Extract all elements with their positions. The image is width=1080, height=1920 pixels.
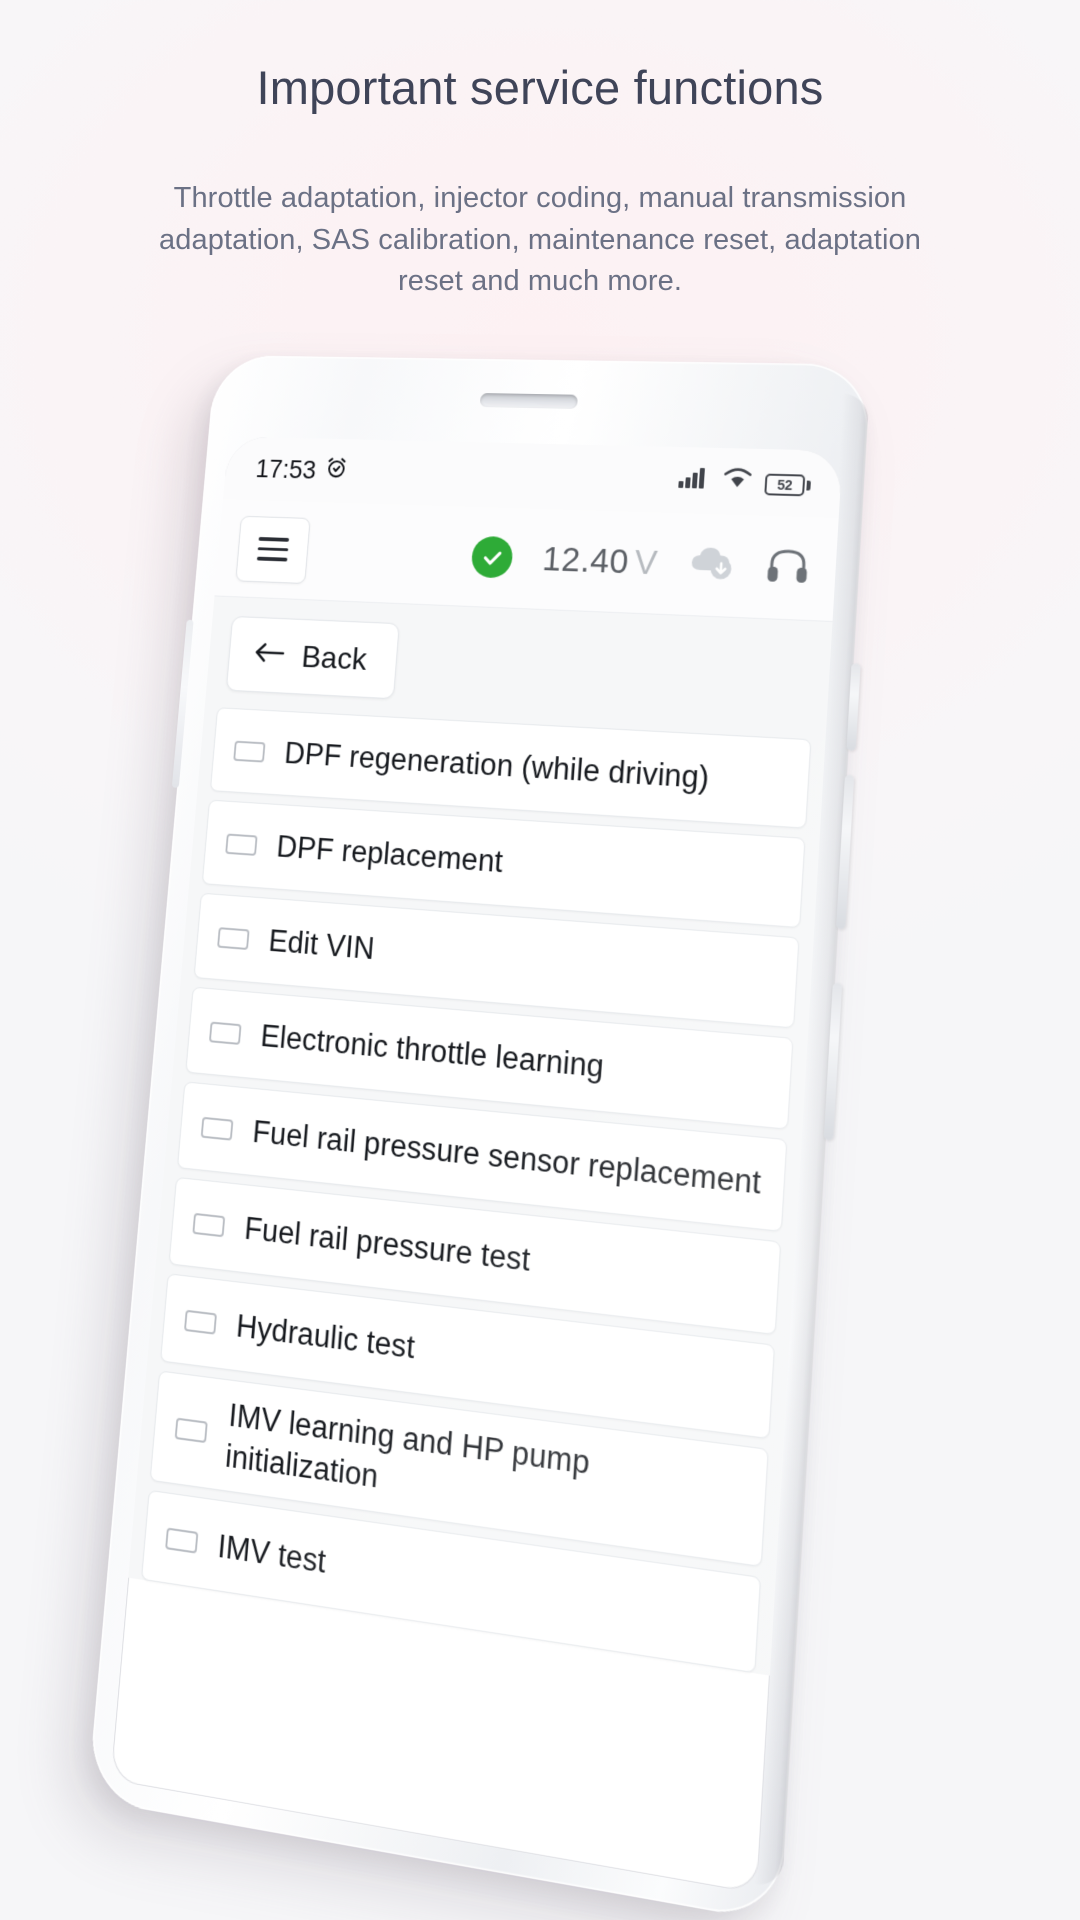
list-item-label: IMV test bbox=[216, 1527, 328, 1580]
hamburger-menu-icon[interactable] bbox=[235, 515, 311, 584]
list-item-label: Fuel rail pressure sensor replacement bbox=[251, 1114, 763, 1202]
cloud-download-icon[interactable] bbox=[687, 543, 735, 587]
rectangle-checkbox-icon[interactable] bbox=[200, 1116, 234, 1141]
green-check-icon bbox=[470, 535, 514, 579]
service-function-list[interactable]: DPF regeneration (while driving) DPF rep… bbox=[128, 702, 826, 1677]
list-item-label: DPF regeneration (while driving) bbox=[283, 736, 711, 796]
status-bar-time: 17:53 bbox=[254, 454, 318, 484]
rectangle-checkbox-icon[interactable] bbox=[174, 1417, 208, 1444]
headset-icon[interactable] bbox=[764, 544, 811, 592]
voltage-unit: V bbox=[633, 542, 659, 582]
rectangle-checkbox-icon[interactable] bbox=[192, 1212, 226, 1237]
page-subtitle: Throttle adaptation, injector coding, ma… bbox=[159, 182, 921, 297]
page-header: Important service functions Throttle ada… bbox=[0, 0, 1080, 302]
back-button-label: Back bbox=[300, 639, 368, 677]
voltage-value: 12.40 bbox=[541, 539, 631, 581]
rectangle-checkbox-icon[interactable] bbox=[184, 1309, 218, 1335]
status-bar-left: 17:53 bbox=[254, 453, 348, 486]
alarm-clock-icon bbox=[323, 455, 349, 487]
rectangle-checkbox-icon[interactable] bbox=[165, 1527, 199, 1554]
list-item-label: Electronic throttle learning bbox=[259, 1018, 606, 1085]
page-title: Important service functions bbox=[256, 61, 824, 114]
back-button[interactable]: Back bbox=[225, 615, 400, 700]
phone-device: 17:53 52 12.40V Back DPF regeneration (w… bbox=[87, 355, 872, 1920]
phone-mockup-stage: 17:53 52 12.40V Back DPF regeneration (w… bbox=[0, 330, 1080, 1920]
cellular-signal-icon bbox=[678, 464, 711, 493]
wifi-icon bbox=[721, 465, 754, 494]
rectangle-checkbox-icon[interactable] bbox=[233, 740, 266, 763]
rectangle-checkbox-icon[interactable] bbox=[208, 1021, 242, 1045]
